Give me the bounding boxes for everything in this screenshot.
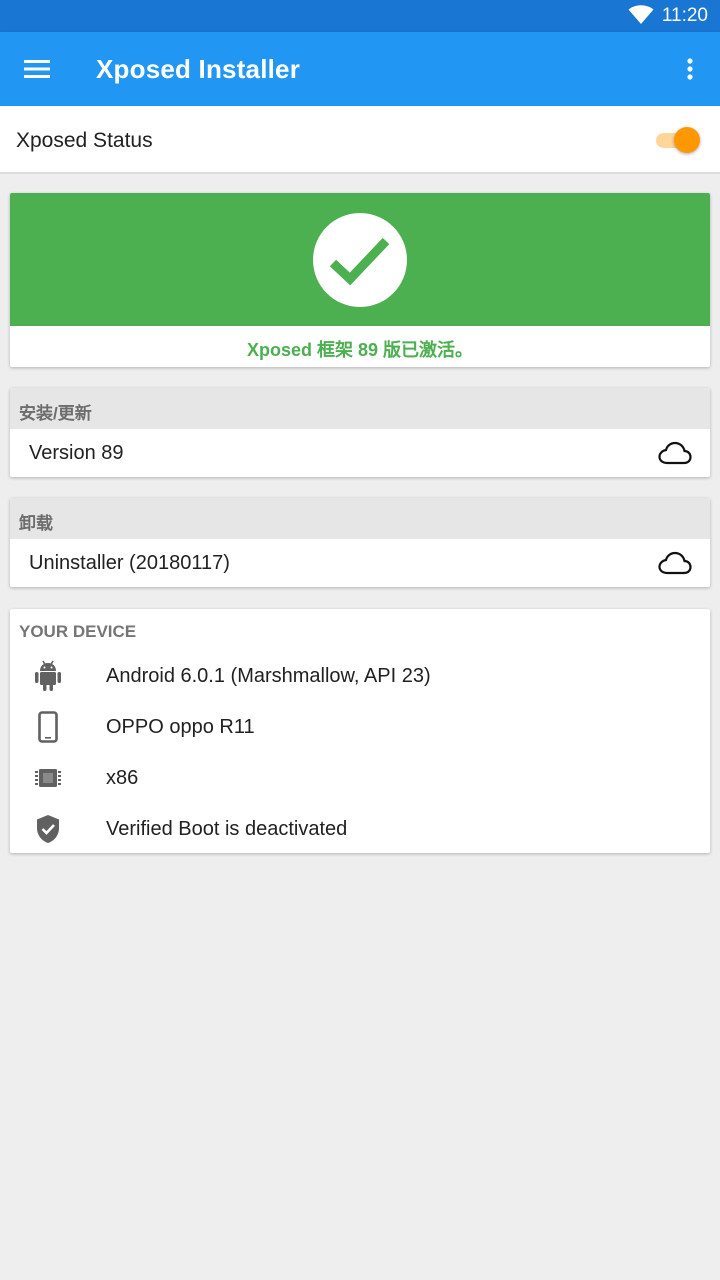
- wifi-icon: [628, 5, 654, 30]
- app-bar: Xposed Installer: [0, 32, 720, 106]
- device-architecture-row: x86: [10, 756, 710, 800]
- install-version-label: Version 89: [29, 442, 124, 464]
- xposed-status-label: Xposed Status: [16, 129, 153, 152]
- hamburger-menu-icon[interactable]: [24, 58, 50, 80]
- device-info-card: YOUR DEVICE Android 6.0.1 (Marshmallow, …: [10, 609, 710, 853]
- more-vert-icon[interactable]: [680, 57, 700, 83]
- verified-boot-text: Verified Boot is deactivated: [106, 818, 348, 840]
- uninstaller-label: Uninstaller (20180117): [29, 552, 230, 574]
- uninstaller-row[interactable]: Uninstaller (20180117): [10, 539, 710, 587]
- android-icon: [34, 660, 62, 692]
- framework-status-card: Xposed 框架 89 版已激活。: [10, 193, 710, 367]
- chip-icon: [34, 762, 62, 794]
- shield-check-icon: [34, 813, 62, 845]
- install-update-card: 安装/更新 Version 89: [10, 388, 710, 477]
- install-version-row[interactable]: Version 89: [10, 429, 710, 477]
- uninstall-title: 卸载: [19, 514, 53, 533]
- framework-status-message: Xposed 框架 89 版已激活。: [246, 340, 474, 360]
- app-title: Xposed Installer: [96, 54, 301, 84]
- verified-boot-row: Verified Boot is deactivated: [10, 807, 710, 851]
- architecture-text: x86: [106, 767, 139, 789]
- device-model-row: OPPO oppo R11: [10, 705, 710, 749]
- xposed-status-row: Xposed Status: [0, 106, 720, 174]
- android-version-text: Android 6.0.1 (Marshmallow, API 23): [106, 665, 431, 687]
- device-android-version-row: Android 6.0.1 (Marshmallow, API 23): [10, 654, 710, 698]
- clock: 11:20: [661, 5, 708, 26]
- install-update-header: 安装/更新: [10, 388, 710, 429]
- xposed-status-toggle[interactable]: [654, 126, 700, 154]
- check-icon: [330, 237, 390, 286]
- uninstall-header: 卸载: [10, 498, 710, 539]
- device-model-text: OPPO oppo R11: [106, 716, 255, 738]
- phone-icon: [34, 711, 62, 743]
- device-header: YOUR DEVICE: [19, 622, 137, 641]
- install-update-title: 安装/更新: [19, 404, 92, 423]
- cloud-icon: [658, 551, 692, 580]
- uninstall-card: 卸载 Uninstaller (20180117): [10, 498, 710, 587]
- toggle-thumb: [674, 127, 700, 153]
- framework-status-banner: [10, 193, 710, 326]
- status-bar: 11:20: [0, 0, 720, 32]
- cloud-icon: [658, 441, 692, 470]
- check-badge: [313, 213, 407, 307]
